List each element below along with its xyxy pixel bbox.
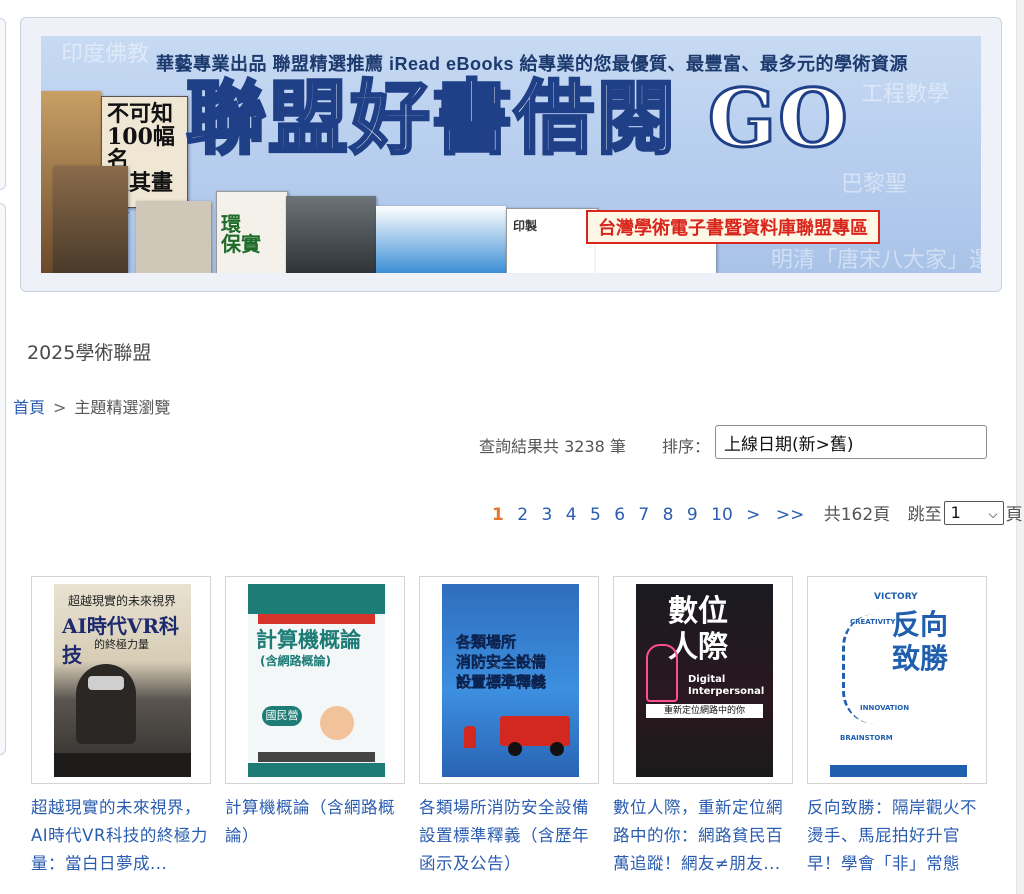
- page-link[interactable]: 4: [566, 505, 577, 525]
- book-cover-frame[interactable]: 各類場所 消防安全設備 設置標準釋義: [419, 576, 599, 784]
- book-cover-frame[interactable]: 計算機概論 (含網路概論) 國民營: [225, 576, 405, 784]
- sort-select[interactable]: 上線日期(新>舊): [715, 425, 987, 459]
- sort-label: 排序：: [662, 437, 711, 456]
- book-thumb: [376, 206, 506, 273]
- book-title-link[interactable]: 數位人際，重新定位網路中的你：網路貧民百萬追蹤！網友≠朋友...: [613, 794, 795, 878]
- page-suffix: 頁: [1005, 505, 1023, 525]
- cover-ribbon: [258, 614, 375, 624]
- breadcrumb-separator: >: [53, 398, 67, 417]
- cover-text: 各類場所 消防安全設備 設置標準釋義: [456, 632, 547, 692]
- person-outline-icon: [646, 644, 678, 702]
- breadcrumb: 首頁 > 主題精選瀏覽: [13, 394, 170, 418]
- page-title: 2025學術聯盟: [27, 342, 152, 364]
- next-page-link[interactable]: >: [746, 505, 760, 525]
- book-cover-frame[interactable]: 超越現實的未來視界 AI時代VR科技 的終極力量: [31, 576, 211, 784]
- cover-text-line: 致勝: [892, 642, 949, 675]
- cover-band: [248, 763, 385, 777]
- page-link[interactable]: 9: [687, 505, 698, 525]
- book-thumb: 環保實: [216, 191, 288, 273]
- book-thumb: [136, 201, 211, 273]
- banner-bg-text: 明清「唐宋八大家」選本: [771, 248, 981, 273]
- book-card[interactable]: 各類場所 消防安全設備 設置標準釋義 各類場所消防安全設備設置標準釋義（含歷年函…: [419, 576, 599, 878]
- breadcrumb-current: 主題精選瀏覽: [74, 398, 171, 417]
- page-link[interactable]: 2: [517, 505, 528, 525]
- last-page-link[interactable]: >>: [776, 505, 805, 525]
- pagination: 1 2 3 4 5 6 7 8 9 10 > >> 共162頁 跳至 1 ⌵ 頁: [492, 500, 1023, 525]
- promo-banner[interactable]: 印度佛教 工程數學 巴黎聖 明清「唐宋八大家」選本 不可知100幅名及其畫家 環…: [41, 36, 981, 273]
- cover-text: Digital Interpersonal: [688, 674, 764, 698]
- hydrant-graphic: [464, 726, 476, 748]
- book-card[interactable]: 數位 人際 Digital Interpersonal 重新定位網路中的你 數位…: [613, 576, 793, 878]
- cover-text: (含網路概論): [260, 654, 331, 668]
- cover-text: 超越現實的未來視界: [68, 594, 177, 608]
- page-link[interactable]: 5: [590, 505, 601, 525]
- book-title-link[interactable]: 反向致勝：隔岸觀火不燙手、馬屁拍好升官早！學會「非」常態: [807, 794, 989, 878]
- book-cover-image[interactable]: 各類場所 消防安全設備 設置標準釋義: [442, 584, 579, 777]
- jump-label: 跳至: [907, 505, 942, 525]
- banner-subtitle-badge: 台灣學術電子書暨資料庫聯盟專區: [586, 210, 880, 244]
- book-card[interactable]: VICTORY CREATIVITY 反向 致勝 INNOVATION BRAI…: [807, 576, 987, 878]
- cover-text: INNOVATION: [860, 704, 910, 712]
- total-pages: 共162頁: [823, 505, 891, 525]
- vertical-scrollbar[interactable]: [1016, 0, 1024, 894]
- left-rail-panel-bottom: [0, 203, 6, 755]
- cover-badge: 國民營: [262, 706, 302, 726]
- page-link[interactable]: 10: [711, 505, 733, 525]
- banner-headline: 聯盟好書借閱 GO: [185, 71, 850, 165]
- book-thumb: [286, 196, 376, 273]
- cover-band: [830, 765, 967, 777]
- left-rail: [0, 18, 6, 758]
- book-card[interactable]: 超越現實的未來視界 AI時代VR科技 的終極力量 超越現實的未來視界，AI時代V…: [31, 576, 211, 878]
- cover-text-line: Digital: [688, 674, 726, 685]
- banner-bg-text: 印度佛教: [61, 42, 150, 67]
- page-link[interactable]: 6: [614, 505, 625, 525]
- cover-text: BRAINSTORM: [840, 734, 893, 742]
- page-link-current[interactable]: 1: [492, 505, 504, 525]
- book-thumb: [596, 241, 716, 273]
- book-cover-frame[interactable]: VICTORY CREATIVITY 反向 致勝 INNOVATION BRAI…: [807, 576, 987, 784]
- book-cover-image[interactable]: 超越現實的未來視界 AI時代VR科技 的終極力量: [54, 584, 191, 777]
- book-title-link[interactable]: 計算機概論（含網路概論）: [225, 794, 407, 850]
- jump-page-select[interactable]: 1 ⌵: [943, 501, 1004, 525]
- page-link[interactable]: 8: [663, 505, 674, 525]
- breadcrumb-home-link[interactable]: 首頁: [13, 398, 45, 417]
- book-cover-image[interactable]: VICTORY CREATIVITY 反向 致勝 INNOVATION BRAI…: [830, 584, 967, 777]
- cover-text-line: 各類場所: [456, 633, 517, 652]
- book-thumb: [53, 166, 128, 273]
- cover-figure: [320, 706, 354, 740]
- cover-text: 計算機概論: [256, 628, 361, 652]
- cover-band: [54, 753, 191, 777]
- book-cover-image[interactable]: 計算機概論 (含網路概論) 國民營: [248, 584, 385, 777]
- cover-text-line: 消防安全設備: [456, 653, 547, 672]
- cover-text-line: 設置標準釋義: [456, 673, 547, 692]
- banner-bg-text: 工程數學: [861, 82, 950, 107]
- cover-text-line: 反向: [892, 608, 949, 641]
- cover-text: 的終極力量: [94, 638, 149, 651]
- vr-headset-graphic: [88, 676, 124, 690]
- cover-text-line: Interpersonal: [688, 686, 765, 697]
- banner-bg-text: 巴黎聖: [841, 172, 908, 197]
- book-cover-frame[interactable]: 數位 人際 Digital Interpersonal 重新定位網路中的你: [613, 576, 793, 784]
- book-cover-image[interactable]: 數位 人際 Digital Interpersonal 重新定位網路中的你: [636, 584, 773, 777]
- page-link[interactable]: 3: [541, 505, 552, 525]
- left-rail-panel-top: [0, 18, 6, 190]
- jump-page-value: 1: [950, 503, 961, 522]
- book-title-link[interactable]: 超越現實的未來視界，AI時代VR科技的終極力量：當白日夢成...: [31, 794, 213, 878]
- chevron-down-icon: ⌵: [988, 507, 998, 521]
- book-thumb: 印製: [506, 208, 598, 273]
- book-title-link[interactable]: 各類場所消防安全設備設置標準釋義（含歷年函示及公告）: [419, 794, 601, 878]
- desk-graphic: [258, 752, 375, 762]
- banner-container: 印度佛教 工程數學 巴黎聖 明清「唐宋八大家」選本 不可知100幅名及其畫家 環…: [20, 17, 1002, 292]
- cover-text: 反向 致勝: [892, 608, 948, 676]
- page-link[interactable]: 7: [638, 505, 649, 525]
- result-count: 查詢結果共 3238 筆: [479, 437, 626, 456]
- book-card[interactable]: 計算機概論 (含網路概論) 國民營 計算機概論（含網路概論）: [225, 576, 405, 850]
- cover-text-line: 數位: [668, 594, 728, 629]
- cover-subtitle: 重新定位網路中的你: [646, 704, 763, 718]
- cover-text: VICTORY: [874, 592, 918, 602]
- wheel-graphic: [508, 742, 522, 756]
- cover-band: [248, 584, 385, 614]
- wheel-graphic: [550, 742, 564, 756]
